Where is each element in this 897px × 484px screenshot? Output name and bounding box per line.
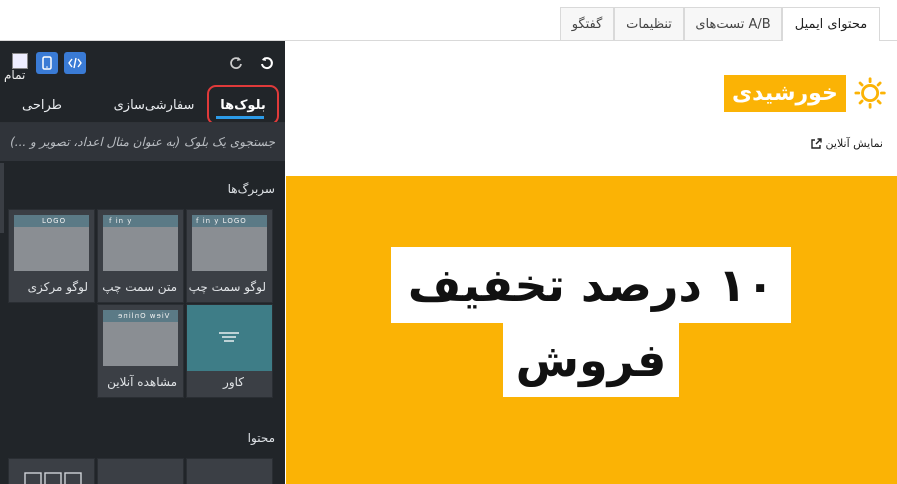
hero-banner[interactable]: ۱۰ درصد تخفیف فروش xyxy=(286,176,897,484)
email-preview: خورشیدی نمایش آنلاین ۱۰ درصد تخفیف فروش xyxy=(286,41,897,484)
block-label: کاور xyxy=(223,375,244,389)
block-content-columns[interactable] xyxy=(8,458,95,484)
tab-settings[interactable]: تنظیمات xyxy=(614,7,684,41)
block-search-input[interactable] xyxy=(0,123,285,161)
block-logo-center[interactable]: LOGO لوگو مرکزی xyxy=(8,209,95,303)
builder-sidebar: تمام بلوک‌ها سفارشی‌سازی طراحی سربرگ‌ها … xyxy=(0,41,285,484)
redo-button[interactable] xyxy=(226,53,246,73)
block-label: لوگو سمت چپ xyxy=(188,280,266,294)
tab-ab-tests[interactable]: تست‌های A/B xyxy=(684,7,782,41)
scrollbar[interactable] xyxy=(0,163,4,233)
section-title-content: محتوا xyxy=(247,431,275,445)
block-thumbnail: View Online xyxy=(103,310,178,366)
headline-line-2: فروش xyxy=(503,323,679,397)
columns-icon xyxy=(24,472,82,484)
text-lines-icon xyxy=(219,332,239,342)
mobile-icon xyxy=(42,56,52,70)
tab-label: تست‌های A/B xyxy=(695,17,771,32)
tab-label: گفتگو xyxy=(571,17,603,32)
tab-label: بلوک‌ها xyxy=(220,97,266,113)
block-logo-left[interactable]: f in y LOGO لوگو سمت چپ xyxy=(186,209,273,303)
broken-image: تمام xyxy=(2,53,32,93)
sun-icon xyxy=(854,77,886,109)
view-online-link[interactable]: نمایش آنلاین xyxy=(810,137,883,150)
editor-tabs: محتوای ایمیل تست‌های A/B تنظیمات گفتگو xyxy=(0,0,897,41)
redo-icon xyxy=(230,57,242,69)
block-thumbnail: LOGO xyxy=(14,215,89,271)
block-label: مشاهده آنلاین xyxy=(107,375,177,389)
app-window: محتوای ایمیل تست‌های A/B تنظیمات گفتگو ت… xyxy=(0,0,897,484)
block-view-online[interactable]: View Online مشاهده آنلاین xyxy=(97,304,184,398)
block-content-2[interactable] xyxy=(97,458,184,484)
brand-logo[interactable]: خورشیدی xyxy=(724,69,886,117)
tab-label: تنظیمات xyxy=(626,17,672,32)
image-placeholder-icon xyxy=(12,53,28,69)
tab-label: طراحی xyxy=(21,97,62,113)
code-view-button[interactable] xyxy=(64,52,86,74)
block-thumbnail xyxy=(187,305,272,371)
code-icon xyxy=(68,57,82,69)
block-content-3[interactable] xyxy=(186,458,273,484)
thumb-text: View Online xyxy=(117,312,170,320)
block-thumbnail: f in y LOGO xyxy=(192,215,267,271)
active-tab-indicator xyxy=(216,116,264,119)
block-cover[interactable]: کاور xyxy=(186,304,273,398)
undo-button[interactable] xyxy=(257,53,277,73)
headline-line-1: ۱۰ درصد تخفیف xyxy=(391,247,791,323)
tab-label: سفارشی‌سازی xyxy=(113,97,195,113)
tab-email-content[interactable]: محتوای ایمیل xyxy=(782,7,880,41)
tab-customize[interactable]: سفارشی‌سازی xyxy=(108,89,200,121)
tab-label: محتوای ایمیل xyxy=(794,17,868,32)
block-text-left[interactable]: f in y متن سمت چپ xyxy=(97,209,184,303)
block-label: متن سمت چپ xyxy=(102,280,177,294)
image-alt-text: تمام xyxy=(4,68,26,82)
section-title-headers: سربرگ‌ها xyxy=(227,182,275,196)
tab-design[interactable]: طراحی xyxy=(12,89,72,121)
thumb-text: f in y LOGO xyxy=(196,217,247,225)
view-online-label: نمایش آنلاین xyxy=(825,137,883,150)
thumb-text: f in y xyxy=(109,217,133,225)
undo-icon xyxy=(261,57,273,70)
mobile-preview-button[interactable] xyxy=(36,52,58,74)
tab-chat[interactable]: گفتگو xyxy=(560,7,614,41)
block-label: لوگو مرکزی xyxy=(27,280,88,294)
block-thumbnail: f in y xyxy=(103,215,178,271)
brand-name: خورشیدی xyxy=(724,74,846,112)
thumb-text: LOGO xyxy=(42,217,67,225)
external-link-icon xyxy=(810,137,822,149)
